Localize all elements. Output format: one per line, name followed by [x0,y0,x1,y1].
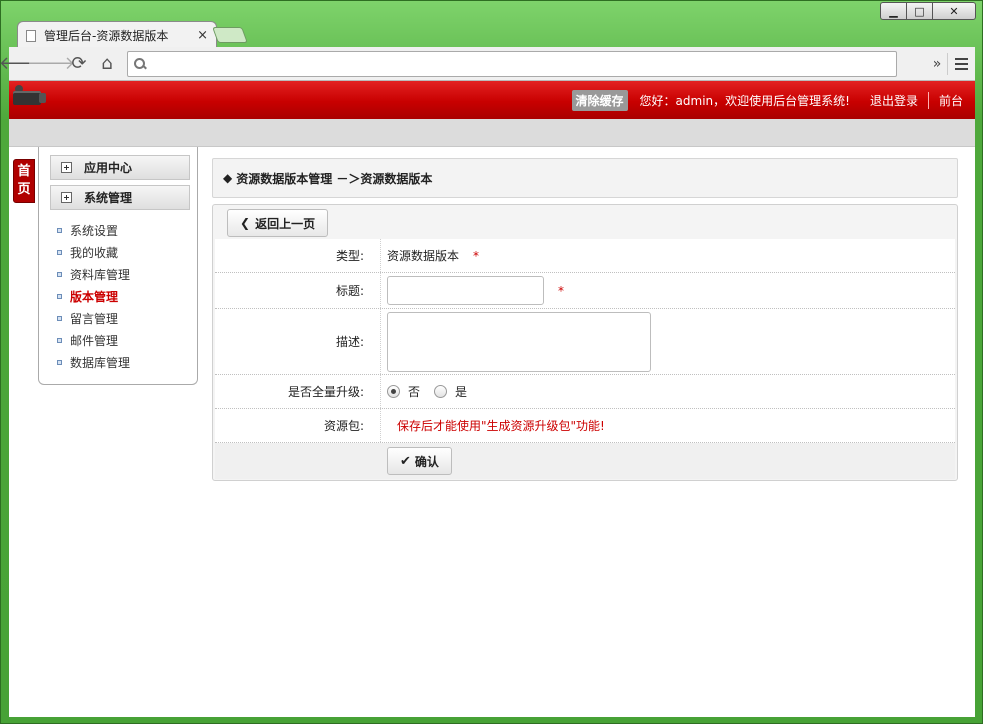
upgrade-yes-label: 是 [455,385,468,399]
sidebar-item-system-settings[interactable]: 系统设置 [57,219,130,241]
back-button[interactable]: ❮ 返回上一页 [227,209,329,237]
description-label: 描述: [215,309,381,374]
sidebar-group-app-center[interactable]: 应用中心 [50,155,190,180]
sidebar-item-label: 留言管理 [70,311,119,326]
browser-window: ▁ □ ✕ 管理后台-资源数据版本 × 🡐 🡒 ⟳ ⌂ » 清除缓存 您好：ad… [0,0,983,724]
search-icon [134,57,146,70]
breadcrumb: ◆ 资源数据版本管理 －＞资源数据版本 [212,158,958,198]
home-icon[interactable]: ⌂ [93,51,121,77]
browser-tab[interactable]: 管理后台-资源数据版本 × [17,21,217,49]
home-tab[interactable]: 首页 [13,159,35,203]
forward-arrow-icon[interactable]: 🡒 [27,51,75,77]
title-label: 标题: [215,273,381,308]
menu-icon[interactable] [947,52,975,75]
diamond-icon: ◆ [223,171,233,185]
browser-toolbar: 🡐 🡒 ⟳ ⌂ » [0,47,975,81]
form-row-title: 标题: * [215,273,955,309]
sidebar-menu: 系统设置 我的收藏 资料库管理 版本管理 留言管理 邮件管理 数据库管理 [57,219,130,373]
sidebar-item-label: 邮件管理 [70,333,119,348]
check-icon: ✔ [400,453,411,469]
sidebar-item-label: 系统设置 [70,223,119,238]
reload-icon[interactable]: ⟳ [65,51,93,77]
description-textarea[interactable] [387,311,651,372]
tab-title: 管理后台-资源数据版本 [44,29,169,43]
title-input[interactable] [387,276,544,305]
page-viewport: 清除缓存 您好：admin，欢迎使用后台管理系统! 退出登录 前台 首页 应用中… [9,81,975,717]
upgrade-yes-radio[interactable] [434,385,448,398]
required-mark: * [558,283,564,298]
form-row-type: 类型: 资源数据版本 * [215,239,955,273]
bullet-icon [57,337,62,343]
sidebar-item-messages[interactable]: 留言管理 [57,307,130,329]
bullet-icon [57,227,62,233]
full-upgrade-label: 是否全量升级: [215,375,381,408]
sub-header-bar [9,119,975,147]
tab-strip: 管理后台-资源数据版本 × [9,15,969,49]
back-button-label: 返回上一页 [255,216,316,231]
package-label: 资源包: [215,409,381,442]
confirm-button-label: 确认 [414,454,439,469]
required-mark: * [473,248,480,263]
chevron-left-icon: ❮ [240,216,251,230]
sidebar-item-mail[interactable]: 邮件管理 [57,329,130,351]
breadcrumb-text: 资源数据版本管理 －＞资源数据版本 [236,171,433,186]
bullet-icon [57,271,62,277]
form-row-description: 描述: [215,309,955,375]
sidebar-item-version-management[interactable]: 版本管理 [57,285,130,307]
sidebar: 应用中心 系统管理 系统设置 我的收藏 资料库管理 版本管理 留言管理 邮件管理… [38,147,198,385]
clear-cache-button[interactable]: 清除缓存 [571,89,628,111]
bullet-icon [57,249,62,255]
address-input[interactable] [154,56,896,71]
sidebar-item-favorites[interactable]: 我的收藏 [57,241,130,263]
sidebar-item-label: 资料库管理 [70,267,131,282]
bullet-icon [57,293,62,299]
sidebar-item-label: 我的收藏 [70,245,119,260]
bullet-icon [57,315,62,321]
sidebar-group-label: 系统管理 [84,191,133,205]
logout-link[interactable]: 退出登录 [870,91,929,109]
sidebar-item-label: 版本管理 [70,289,119,304]
type-label: 类型: [215,239,381,272]
package-notice: 保存后才能使用"生成资源升级包"功能! [397,419,605,433]
camera-logo-icon [11,85,47,109]
new-tab-button[interactable] [212,27,248,43]
sidebar-item-library[interactable]: 资料库管理 [57,263,130,285]
sidebar-item-database[interactable]: 数据库管理 [57,351,130,373]
document-icon [26,29,36,42]
bookmarks-overflow-icon[interactable]: » [927,56,947,72]
sidebar-group-system-management[interactable]: 系统管理 [50,185,190,210]
expand-plus-icon [61,192,72,203]
version-form: 类型: 资源数据版本 * 标题: * 描述: 是否全量升级: 否 是 资源包: … [215,239,955,479]
upgrade-no-label: 否 [408,385,421,399]
sidebar-item-label: 数据库管理 [70,355,131,370]
type-value: 资源数据版本 [387,249,460,263]
welcome-text: 您好：admin，欢迎使用后台管理系统! [639,93,850,108]
upgrade-no-radio[interactable] [387,385,400,398]
address-bar[interactable] [127,50,897,77]
frontend-link[interactable]: 前台 [929,92,963,109]
tab-close-icon[interactable]: × [197,28,208,43]
form-row-full-upgrade: 是否全量升级: 否 是 [215,375,955,409]
form-row-package: 资源包: 保存后才能使用"生成资源升级包"功能! [215,409,955,443]
bullet-icon [57,359,62,365]
sidebar-group-label: 应用中心 [84,161,133,175]
confirm-button[interactable]: ✔ 确认 [387,447,452,475]
admin-header: 清除缓存 您好：admin，欢迎使用后台管理系统! 退出登录 前台 [9,81,975,119]
form-panel: ❮ 返回上一页 类型: 资源数据版本 * 标题: * 描述: 是否全量升级: 否… [212,204,958,481]
form-row-actions: ✔ 确认 [215,443,955,479]
expand-plus-icon [61,162,72,173]
